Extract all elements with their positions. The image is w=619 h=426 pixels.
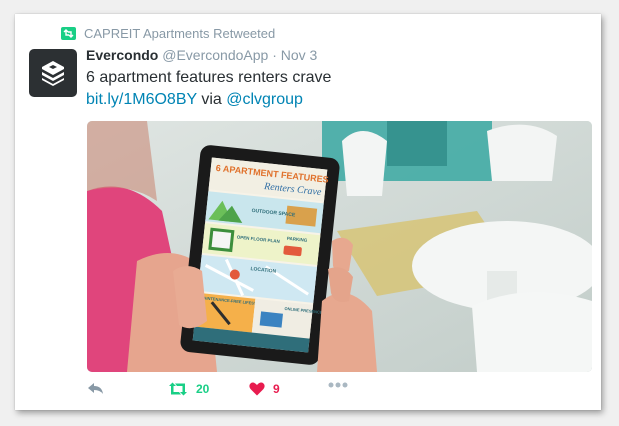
retweet-button[interactable]: 20 [168, 382, 209, 396]
author-name[interactable]: Evercondo [86, 47, 158, 63]
mention-link[interactable]: @clvgroup [226, 91, 303, 108]
via-text: via [201, 91, 222, 108]
tweet-actions: 20 9 [87, 382, 507, 402]
retweet-badge-icon [61, 26, 76, 40]
tweet-text-line-2: bit.ly/1M6O8BY via @clvgroup [86, 89, 586, 111]
tweet-media-photo[interactable]: 6 APARTMENT FEATURES Renters Crave OUTDO… [87, 121, 592, 372]
evercondo-logo-icon [42, 61, 64, 86]
retweet-count: 20 [196, 382, 210, 396]
like-count: 9 [273, 382, 280, 396]
tweet-header: Evercondo @EvercondoApp · Nov 3 [86, 47, 317, 63]
retweet-context-text: CAPREIT Apartments Retweeted [84, 25, 276, 41]
tweet-text: 6 apartment features renters crave bit.l… [86, 67, 586, 111]
more-dots-icon [328, 382, 348, 388]
tweet-link[interactable]: bit.ly/1M6O8BY [86, 91, 197, 108]
more-options-button[interactable] [328, 382, 348, 388]
retweet-icon [169, 382, 187, 396]
tweet-text-line: 6 apartment features renters crave [86, 69, 332, 86]
author-handle[interactable]: @EvercondoApp [162, 47, 268, 63]
heart-icon [249, 382, 265, 396]
tweet-date[interactable]: Nov 3 [281, 47, 318, 63]
header-separator: · [272, 47, 277, 63]
retweet-context[interactable]: CAPREIT Apartments Retweeted [61, 25, 275, 41]
reply-button[interactable] [87, 382, 104, 395]
photo-hands-holding-tablet: 6 APARTMENT FEATURES Renters Crave OUTDO… [87, 121, 592, 372]
reply-icon [88, 383, 103, 394]
tweet-card: CAPREIT Apartments Retweeted Evercondo @… [15, 14, 601, 410]
avatar[interactable] [29, 49, 77, 97]
like-button[interactable]: 9 [249, 382, 280, 396]
